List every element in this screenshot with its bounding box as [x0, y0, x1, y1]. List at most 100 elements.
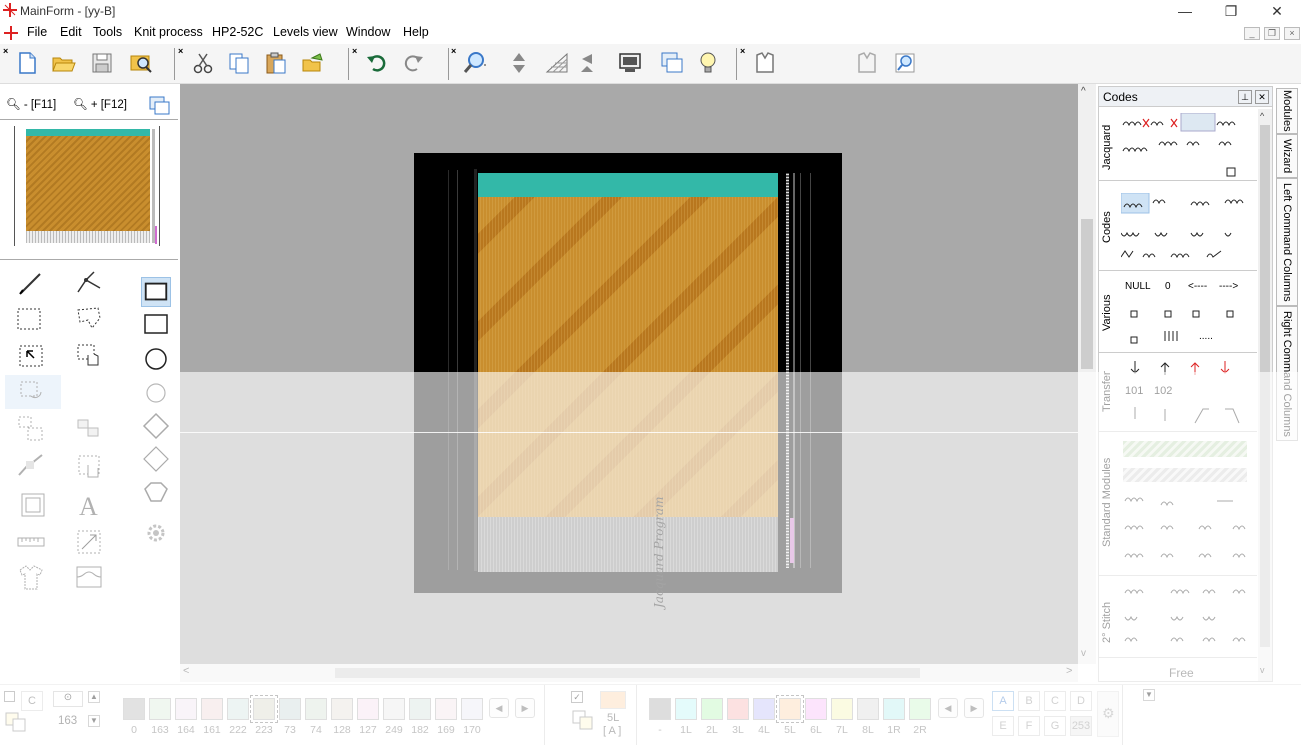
yarn-letter-e-button[interactable]: E: [992, 716, 1014, 736]
toolbar-group-close-icon[interactable]: ×: [3, 46, 8, 56]
settings-gear-icon[interactable]: [141, 518, 171, 548]
direction-arrows-icon[interactable]: [574, 50, 600, 76]
menu-help[interactable]: Help: [403, 25, 429, 39]
code-dots[interactable]: .....: [1199, 331, 1213, 342]
pencil-tool-icon[interactable]: [16, 268, 46, 298]
undo-icon[interactable]: [364, 50, 390, 76]
color-swatch[interactable]: [383, 698, 405, 720]
ellipse-tool-icon[interactable]: [141, 344, 171, 374]
close-button[interactable]: ✕: [1254, 0, 1300, 22]
color-swatch[interactable]: [357, 698, 379, 720]
menu-levels-view[interactable]: Levels view: [273, 25, 338, 39]
c-button[interactable]: C: [21, 691, 43, 711]
various-code-glyphs[interactable]: [1121, 297, 1261, 349]
mdi-restore-button[interactable]: ❐: [1264, 27, 1280, 40]
menu-file[interactable]: File: [27, 25, 47, 39]
restore-button[interactable]: ❐: [1208, 0, 1254, 22]
yarn-letter-a-button[interactable]: A: [992, 691, 1014, 711]
garment-settings-icon[interactable]: [854, 50, 880, 76]
transfer-arrow-glyphs[interactable]: [1121, 359, 1261, 377]
rect-select-tool-icon[interactable]: [14, 304, 44, 334]
paste-icon[interactable]: [263, 50, 289, 76]
new-file-icon[interactable]: [14, 50, 40, 76]
windows-cascade-icon[interactable]: [659, 50, 685, 76]
yarn-letter-f-button[interactable]: F: [1018, 716, 1040, 736]
yarn-letter-g-button[interactable]: G: [1044, 716, 1066, 736]
counter-down-icon[interactable]: ▼: [88, 715, 100, 727]
perspective-grid-icon[interactable]: [545, 50, 571, 76]
garment-zoom-icon[interactable]: [892, 50, 918, 76]
paste-special-icon[interactable]: [300, 50, 326, 76]
ruler-tool-icon[interactable]: [16, 527, 46, 557]
counter-icon[interactable]: ⊙: [53, 691, 83, 707]
browse-icon[interactable]: [128, 50, 154, 76]
tip-bulb-icon[interactable]: [695, 50, 721, 76]
toolbar-group-close-icon[interactable]: ×: [740, 46, 745, 56]
tab-codes[interactable]: Codes: [1101, 197, 1119, 257]
tab-2nd-stitch[interactable]: 2° Stitch: [1101, 592, 1119, 652]
shirt-shape-tool-icon[interactable]: [141, 477, 171, 507]
toolbar-group-close-icon[interactable]: ×: [451, 46, 456, 56]
cut-icon[interactable]: [190, 50, 216, 76]
tab-various[interactable]: Various: [1101, 283, 1119, 343]
measure-tool-icon[interactable]: [74, 527, 104, 557]
mdi-close-button[interactable]: ×: [1284, 27, 1300, 40]
color-swatch[interactable]: [250, 695, 278, 723]
tab-standard-modules[interactable]: Standard Modules: [1101, 447, 1119, 557]
open-folder-icon[interactable]: [50, 50, 76, 76]
palette-right-next-button[interactable]: ▶: [964, 698, 984, 718]
copy-move-tool-icon[interactable]: [16, 414, 46, 444]
yarn-swap-icon[interactable]: [571, 709, 595, 731]
color-swatch[interactable]: [227, 698, 249, 720]
toolbar-group-close-icon[interactable]: ×: [352, 46, 357, 56]
transfer-code-101[interactable]: 101: [1125, 385, 1143, 397]
palette-left-next-button[interactable]: ▶: [515, 698, 535, 718]
yarn-letter-b-button[interactable]: B: [1018, 691, 1040, 711]
overview-thumbnail[interactable]: [13, 126, 165, 248]
code-null[interactable]: NULL: [1125, 281, 1151, 292]
pin-icon[interactable]: ⊥: [1238, 90, 1252, 104]
side-tab-left-command-columns[interactable]: Left Command Columns: [1276, 178, 1298, 306]
yarn-swatch[interactable]: [857, 698, 879, 720]
counter-up-icon[interactable]: ▲: [88, 691, 100, 703]
color-swatch[interactable]: [435, 698, 457, 720]
polyline-tool-icon[interactable]: [74, 268, 104, 298]
transfer-direction-glyphs[interactable]: [1121, 403, 1261, 427]
yarn-swatch[interactable]: [675, 698, 697, 720]
color-swatch[interactable]: [123, 698, 145, 720]
filled-rectangle-tool-icon[interactable]: [141, 277, 171, 307]
canvas-vertical-scrollbar[interactable]: ^ v: [1078, 84, 1096, 664]
menu-edit[interactable]: Edit: [60, 25, 82, 39]
save-icon[interactable]: [89, 50, 115, 76]
yarn-checkbox[interactable]: ✓: [571, 691, 583, 703]
yarn-swatch[interactable]: [805, 698, 827, 720]
tab-transfer[interactable]: Transfer: [1101, 367, 1119, 417]
zoom-tool-icon[interactable]: [462, 50, 488, 76]
redo-icon[interactable]: [400, 50, 426, 76]
color-swatch[interactable]: [149, 698, 171, 720]
color-swatch[interactable]: [279, 698, 301, 720]
mdi-minimize-button[interactable]: _: [1244, 27, 1260, 40]
move-selection-tool-icon[interactable]: [16, 341, 46, 371]
yarn-swatch[interactable]: [649, 698, 671, 720]
color-swatch[interactable]: [461, 698, 483, 720]
machine-view-icon[interactable]: [617, 50, 643, 76]
calendar-hand-tool-icon[interactable]: [74, 451, 104, 481]
yarn-swatch[interactable]: [727, 698, 749, 720]
circle-tool-icon[interactable]: [141, 378, 171, 408]
color-checkbox[interactable]: [4, 691, 15, 702]
palette-right-prev-button[interactable]: ◀: [938, 698, 958, 718]
color-swatch[interactable]: [201, 698, 223, 720]
yarn-swatch[interactable]: [883, 698, 905, 720]
zoom-out-control[interactable]: 🔍︎ - [F11]: [6, 97, 56, 111]
frame-tool-icon[interactable]: [18, 490, 48, 520]
code-zero[interactable]: 0: [1165, 281, 1171, 292]
copy-icon[interactable]: [226, 50, 252, 76]
yarn-swatch[interactable]: [909, 698, 931, 720]
text-tool-icon[interactable]: A: [74, 490, 104, 520]
overview-windows-icon[interactable]: [149, 96, 171, 116]
yarn-swatch[interactable]: [776, 695, 804, 723]
color-swatch[interactable]: [175, 698, 197, 720]
zoom-in-control[interactable]: 🔍︎ + [F12]: [73, 97, 127, 111]
jacquard-code-glyphs[interactable]: [1121, 113, 1261, 183]
